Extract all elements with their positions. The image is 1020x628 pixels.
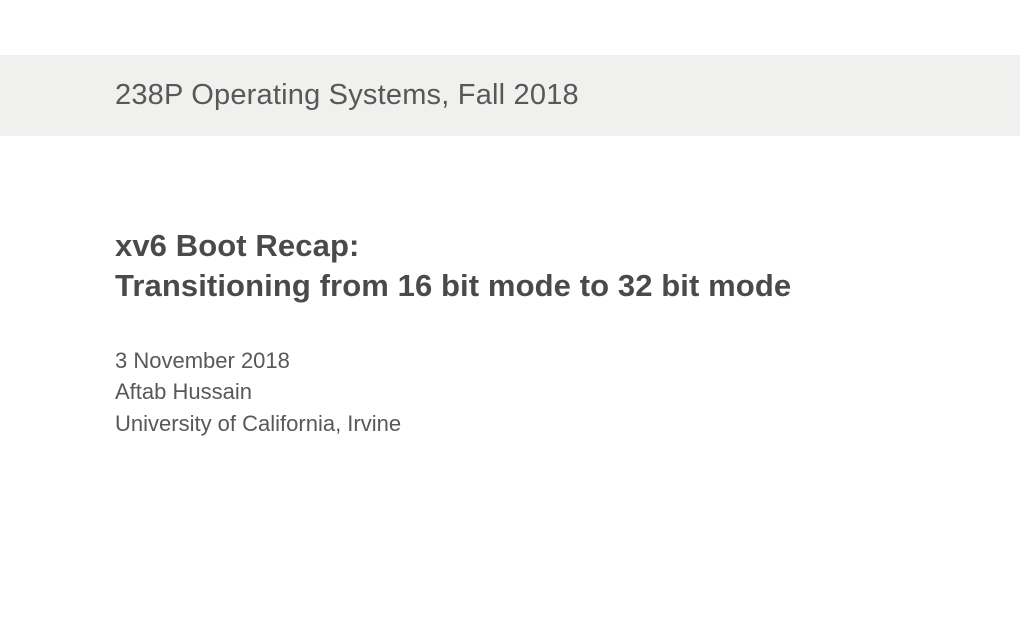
header-band: 238P Operating Systems, Fall 2018 [0, 55, 1020, 136]
slide-date: 3 November 2018 [115, 345, 1020, 377]
slide-title-line2: Transitioning from 16 bit mode to 32 bit… [115, 266, 1020, 306]
slide-affiliation: University of California, Irvine [115, 408, 1020, 440]
slide-content: xv6 Boot Recap: Transitioning from 16 bi… [0, 136, 1020, 440]
slide-author: Aftab Hussain [115, 376, 1020, 408]
slide-meta: 3 November 2018 Aftab Hussain University… [115, 345, 1020, 441]
slide-title-line1: xv6 Boot Recap: [115, 226, 1020, 266]
slide-title: xv6 Boot Recap: Transitioning from 16 bi… [115, 226, 1020, 307]
course-title: 238P Operating Systems, Fall 2018 [115, 79, 1020, 112]
